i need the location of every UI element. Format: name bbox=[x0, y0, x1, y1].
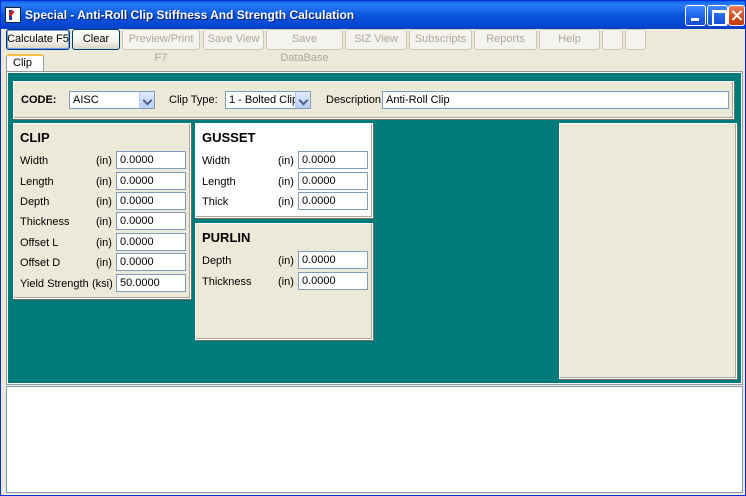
clip-offset-d-label: Offset D bbox=[20, 257, 61, 269]
gusset-group: GUSSET Width (in) 0.0000 Length (in) 0.0… bbox=[195, 123, 373, 218]
preview-print-button[interactable]: Preview/Print F7 bbox=[122, 29, 200, 64]
description-label: Description: bbox=[326, 94, 385, 106]
code-select-value: AISC bbox=[73, 94, 99, 106]
toolbar: Calculate F5 Clear Preview/Print F7 Save… bbox=[4, 29, 744, 64]
purlin-group: PURLIN Depth (in) 0.0000 Thickness (in) … bbox=[195, 223, 373, 340]
gusset-width-unit: (in) bbox=[278, 155, 294, 167]
clip-type-select-value: 1 - Bolted Clip bbox=[229, 94, 299, 106]
clip-length-label: Length bbox=[20, 176, 54, 188]
clip-offset-d-field[interactable]: 0.0000 bbox=[116, 253, 186, 271]
gusset-length-label: Length bbox=[202, 176, 236, 188]
app-logo-icon bbox=[5, 7, 21, 23]
clip-yield-strength-label: Yield Strength bbox=[20, 278, 89, 290]
purlin-depth-unit: (in) bbox=[278, 255, 294, 267]
purlin-depth-field[interactable]: 0.0000 bbox=[298, 251, 368, 269]
diagram-panel bbox=[559, 123, 737, 379]
clip-offset-l-unit: (in) bbox=[96, 237, 112, 249]
clip-yield-strength-unit: (ksi) bbox=[92, 278, 113, 290]
clip-thickness-field[interactable]: 0.0000 bbox=[116, 212, 186, 230]
close-icon[interactable] bbox=[728, 5, 745, 26]
gusset-thick-field[interactable]: 0.0000 bbox=[298, 192, 368, 210]
gusset-thick-label: Thick bbox=[202, 196, 229, 208]
clip-depth-label: Depth bbox=[20, 196, 50, 208]
purlin-thickness-unit: (in) bbox=[278, 276, 294, 288]
siz-view-button[interactable]: SIZ View bbox=[345, 29, 407, 50]
save-database-button[interactable]: Save DataBase bbox=[266, 29, 343, 64]
output-area[interactable] bbox=[6, 386, 743, 493]
tab-clip[interactable]: Clip bbox=[6, 54, 44, 72]
purlin-thickness-label: Thickness bbox=[202, 276, 252, 288]
clip-width-unit: (in) bbox=[96, 155, 112, 167]
clip-depth-field[interactable]: 0.0000 bbox=[116, 192, 186, 210]
purlin-title: PURLIN bbox=[202, 230, 251, 245]
clip-length-unit: (in) bbox=[96, 176, 112, 188]
gusset-length-unit: (in) bbox=[278, 176, 294, 188]
calculate-button[interactable]: Calculate F5 bbox=[6, 29, 70, 50]
content-panel: CODE: AISC Clip Type: 1 - Bolted Clip De… bbox=[8, 73, 741, 383]
clip-yield-strength-field[interactable]: 50.0000 bbox=[116, 274, 186, 292]
clip-length-field[interactable]: 0.0000 bbox=[116, 172, 186, 190]
clip-title: CLIP bbox=[20, 130, 50, 145]
gusset-length-field[interactable]: 0.0000 bbox=[298, 172, 368, 190]
gusset-thick-unit: (in) bbox=[278, 196, 294, 208]
clip-depth-unit: (in) bbox=[96, 196, 112, 208]
clip-width-label: Width bbox=[20, 155, 49, 167]
clip-type-select[interactable]: 1 - Bolted Clip bbox=[225, 91, 311, 109]
title-bar[interactable]: Special - Anti-Roll Clip Stiffness And S… bbox=[1, 1, 745, 29]
tab-strip: Clip bbox=[4, 54, 744, 72]
purlin-thickness-field[interactable]: 0.0000 bbox=[298, 272, 368, 290]
clip-thickness-label: Thickness bbox=[20, 216, 70, 228]
gusset-width-field[interactable]: 0.0000 bbox=[298, 151, 368, 169]
code-select[interactable]: AISC bbox=[69, 91, 155, 109]
clip-offset-l-label: Offset L bbox=[20, 237, 59, 249]
gusset-title: GUSSET bbox=[202, 130, 256, 145]
purlin-depth-label: Depth bbox=[202, 255, 232, 267]
clip-width-field[interactable]: 0.0000 bbox=[116, 151, 186, 169]
chevron-down-icon[interactable] bbox=[295, 92, 310, 108]
subscripts-button[interactable]: Subscripts bbox=[409, 29, 472, 50]
chevron-down-icon[interactable] bbox=[139, 92, 154, 108]
window-title: Special - Anti-Roll Clip Stiffness And S… bbox=[25, 8, 355, 22]
clip-group: CLIP Width (in) 0.0000 Length (in) 0.000… bbox=[13, 123, 191, 299]
description-field[interactable]: Anti-Roll Clip bbox=[382, 91, 729, 109]
gusset-width-label: Width bbox=[202, 155, 231, 167]
clip-type-label: Clip Type: bbox=[169, 94, 218, 106]
save-view-button[interactable]: Save View bbox=[203, 29, 264, 50]
header-group: CODE: AISC Clip Type: 1 - Bolted Clip De… bbox=[13, 81, 734, 119]
clip-offset-d-unit: (in) bbox=[96, 257, 112, 269]
maximize-icon[interactable] bbox=[707, 5, 728, 26]
blank-button-1[interactable] bbox=[602, 29, 623, 50]
code-label: CODE: bbox=[21, 94, 57, 106]
clear-button[interactable]: Clear bbox=[72, 29, 120, 50]
minimize-icon[interactable] bbox=[685, 5, 706, 26]
clip-offset-l-field[interactable]: 0.0000 bbox=[116, 233, 186, 251]
help-button[interactable]: Help bbox=[539, 29, 600, 50]
clip-thickness-unit: (in) bbox=[96, 216, 112, 228]
reports-button[interactable]: Reports bbox=[474, 29, 537, 50]
application-window: Special - Anti-Roll Clip Stiffness And S… bbox=[0, 0, 746, 496]
blank-button-2[interactable] bbox=[625, 29, 646, 50]
